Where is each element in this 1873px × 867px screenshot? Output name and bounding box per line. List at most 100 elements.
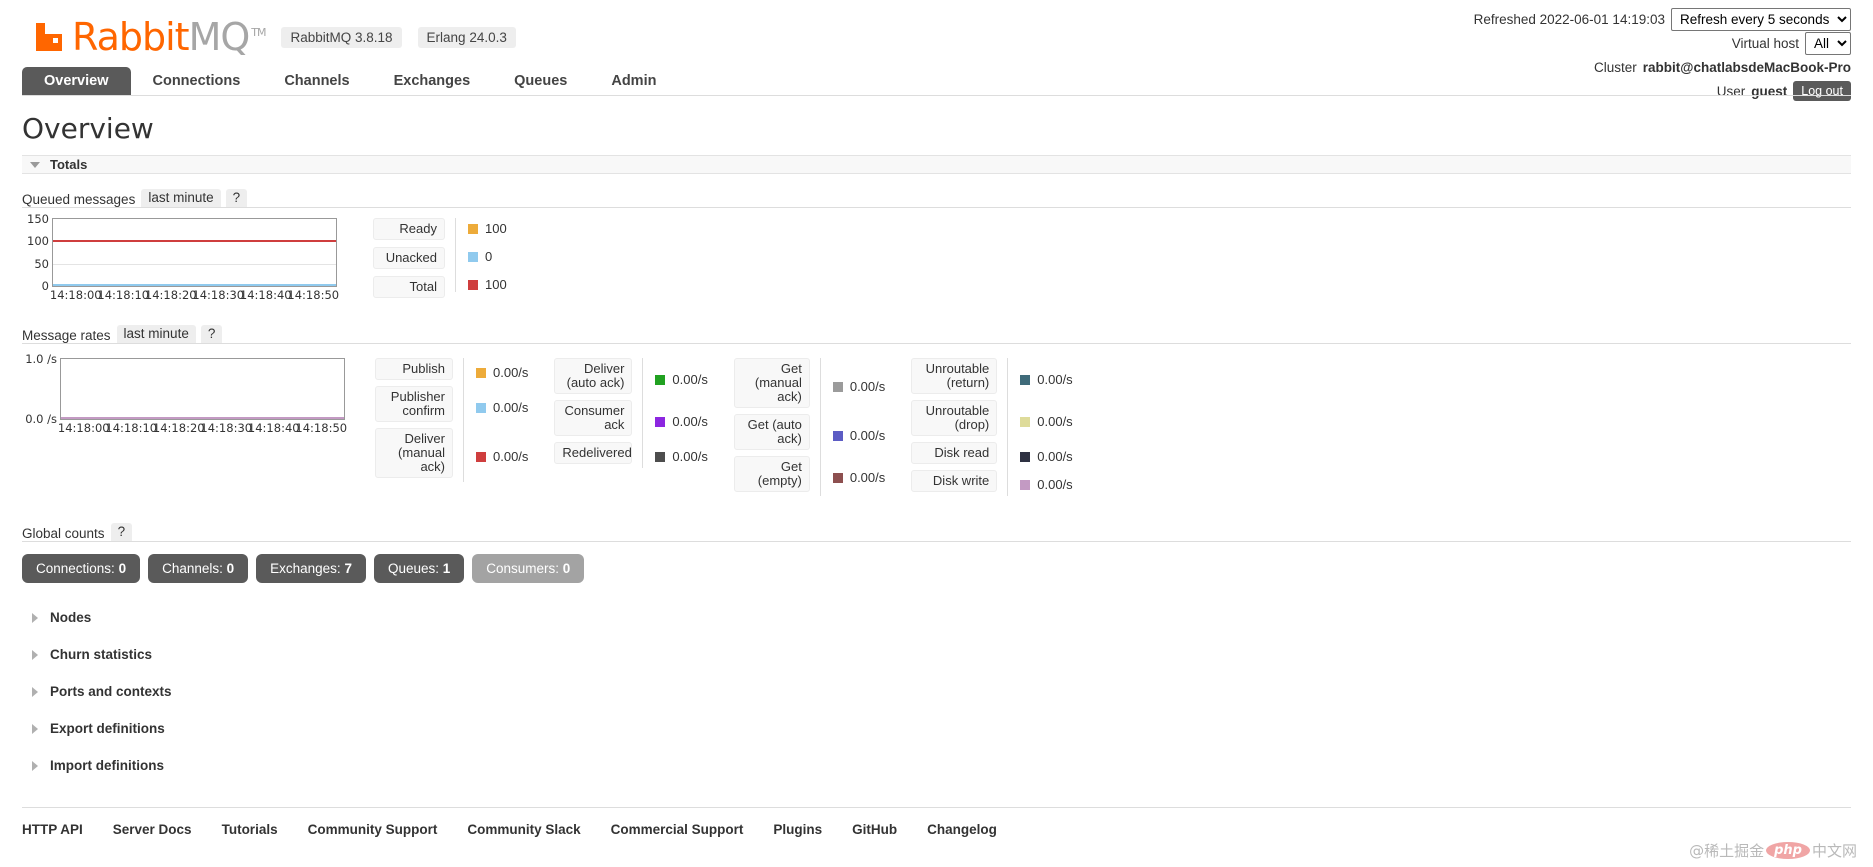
- section-label: Ports and contexts: [50, 684, 172, 699]
- x-axis-tick: 14:18:10: [97, 288, 150, 302]
- x-axis-tick: 14:18:20: [152, 421, 205, 435]
- tab-connections[interactable]: Connections: [131, 67, 263, 95]
- global-counts-help-icon[interactable]: ?: [110, 523, 133, 541]
- global-counts-badges: Connections: 0 Channels: 0 Exchanges: 7 Que…: [22, 554, 1851, 583]
- count-label: Queues:: [387, 561, 443, 576]
- section-export-definitions[interactable]: Export definitions: [22, 710, 1851, 747]
- footer-link-commercial-support[interactable]: Commercial Support: [611, 822, 744, 837]
- page-header: RabbitMQ TM RabbitMQ 3.8.18 Erlang 24.0.3…: [0, 0, 1873, 101]
- x-axis-tick: 14:18:40: [247, 421, 300, 435]
- tab-channels[interactable]: Channels: [262, 67, 371, 95]
- rate-label[interactable]: Deliver (manual ack): [375, 428, 453, 478]
- x-axis-tick: 14:18:10: [105, 421, 158, 435]
- chevron-down-icon: [30, 161, 40, 168]
- section-import-definitions[interactable]: Import definitions: [22, 747, 1851, 784]
- rate-label[interactable]: Publisher confirm: [375, 386, 453, 422]
- section-nodes[interactable]: Nodes: [22, 599, 1851, 636]
- count-badge-queues[interactable]: Queues: 1: [373, 554, 465, 583]
- rate-label[interactable]: Consumer ack: [554, 400, 633, 436]
- rate-value: 0.00/s: [1020, 404, 1073, 440]
- message-rates-legend-columns: Publish Publisher confirm Deliver (manual …: [375, 358, 1099, 496]
- x-axis-tick: 14:18:50: [287, 288, 340, 302]
- page-title: Overview: [22, 112, 154, 145]
- count-value: 0: [118, 561, 127, 576]
- refresh-interval-select[interactable]: Refresh every 5 seconds: [1671, 7, 1851, 31]
- footer-link-community-support[interactable]: Community Support: [308, 822, 438, 837]
- brand-logo[interactable]: RabbitMQ TM RabbitMQ 3.8.18 Erlang 24.0.3: [36, 18, 516, 56]
- count-value: 7: [344, 561, 352, 576]
- footer-link-tutorials[interactable]: Tutorials: [222, 822, 278, 837]
- rate-label[interactable]: Get (manual ack): [733, 358, 810, 408]
- chevron-right-icon: [32, 612, 38, 623]
- section-label: Import definitions: [50, 758, 164, 773]
- global-counts-header: Global counts ?: [22, 522, 1851, 542]
- y-axis-tick: 150: [27, 212, 49, 226]
- count-badge-channels[interactable]: Channels: 0: [148, 554, 249, 583]
- rate-value: 0.00/s: [832, 460, 885, 496]
- legend-color-swatch: [655, 452, 666, 462]
- rate-label[interactable]: Unroutable (return): [911, 358, 998, 394]
- message-rates-period-tab[interactable]: last minute: [116, 325, 196, 343]
- legend-color-swatch: [655, 417, 666, 427]
- legend-color-swatch: [832, 431, 843, 441]
- rate-label[interactable]: Get (auto ack): [733, 414, 810, 450]
- x-axis-tick: 14:18:30: [200, 421, 253, 435]
- y-axis-tick: 1.0 /s: [25, 352, 57, 366]
- rate-value-text: 0.00/s: [849, 379, 886, 394]
- chevron-right-icon: [32, 760, 38, 771]
- tab-exchanges[interactable]: Exchanges: [372, 67, 493, 95]
- rate-value: 0.00/s: [476, 362, 528, 384]
- rate-label[interactable]: Deliver (auto ack): [554, 358, 633, 394]
- rate-label[interactable]: Redelivered: [554, 442, 633, 464]
- footer-link-github[interactable]: GitHub: [852, 822, 897, 837]
- collapsible-sections: Nodes Churn statistics Ports and contexts E…: [0, 599, 1873, 784]
- rate-value-text: 0.00/s: [1037, 372, 1073, 387]
- legend-color-swatch: [1020, 417, 1031, 427]
- y-axis-tick: 50: [34, 256, 49, 271]
- legend-color-swatch: [1020, 375, 1031, 385]
- rate-value: 0.00/s: [1020, 446, 1073, 468]
- count-badge-connections[interactable]: Connections: 0: [22, 554, 141, 583]
- rate-label[interactable]: Publish: [375, 358, 453, 380]
- footer-link-plugins[interactable]: Plugins: [773, 822, 822, 837]
- tab-overview[interactable]: Overview: [22, 67, 131, 95]
- footer-link-changelog[interactable]: Changelog: [927, 822, 997, 837]
- count-badge-consumers[interactable]: Consumers: 0: [472, 554, 585, 583]
- tab-queues[interactable]: Queues: [492, 67, 589, 95]
- count-value: 1: [442, 561, 451, 576]
- series-line: [53, 240, 336, 243]
- rate-label[interactable]: Disk write: [911, 470, 998, 492]
- section-ports-and-contexts[interactable]: Ports and contexts: [22, 673, 1851, 710]
- legend-label-total[interactable]: Total: [373, 276, 445, 298]
- rabbitmq-management-page: RabbitMQ TM RabbitMQ 3.8.18 Erlang 24.0.3…: [0, 0, 1873, 867]
- brand-wordmark: RabbitMQ TM: [72, 18, 267, 56]
- queued-messages-help-icon[interactable]: ?: [225, 189, 248, 207]
- legend-color-swatch: [1020, 452, 1031, 462]
- watermark-suffix: 中文网: [1811, 842, 1857, 860]
- legend-value-text: 0: [485, 249, 493, 264]
- chevron-right-icon: [32, 686, 38, 697]
- footer-link-community-slack[interactable]: Community Slack: [467, 822, 580, 837]
- legend-color-swatch: [1020, 480, 1031, 490]
- legend-color-swatch: [832, 473, 843, 483]
- vhost-label: Virtual host: [1731, 35, 1799, 51]
- rate-label[interactable]: Unroutable (drop): [911, 400, 998, 436]
- legend-label-ready[interactable]: Ready: [373, 218, 445, 240]
- vhost-select[interactable]: All: [1805, 31, 1851, 55]
- legend-label-unacked[interactable]: Unacked: [373, 247, 445, 269]
- message-rates-title: Message rates: [22, 328, 111, 343]
- rate-value-text: 0.00/s: [849, 428, 886, 443]
- legend-color-swatch: [476, 368, 486, 378]
- queued-messages-period-tab[interactable]: last minute: [141, 189, 221, 207]
- rate-label[interactable]: Get (empty): [733, 456, 810, 492]
- section-totals-header[interactable]: Totals: [22, 155, 1851, 174]
- message-rates-help-icon[interactable]: ?: [200, 325, 223, 343]
- rate-label[interactable]: Disk read: [911, 442, 998, 464]
- count-badge-exchanges[interactable]: Exchanges: 7: [256, 554, 366, 583]
- legend-color-swatch: [655, 375, 666, 385]
- tab-admin[interactable]: Admin: [589, 67, 678, 95]
- footer-link-server-docs[interactable]: Server Docs: [113, 822, 192, 837]
- footer-link-http-api[interactable]: HTTP API: [22, 822, 83, 837]
- section-churn-statistics[interactable]: Churn statistics: [22, 636, 1851, 673]
- queued-messages-title: Queued messages: [22, 192, 136, 207]
